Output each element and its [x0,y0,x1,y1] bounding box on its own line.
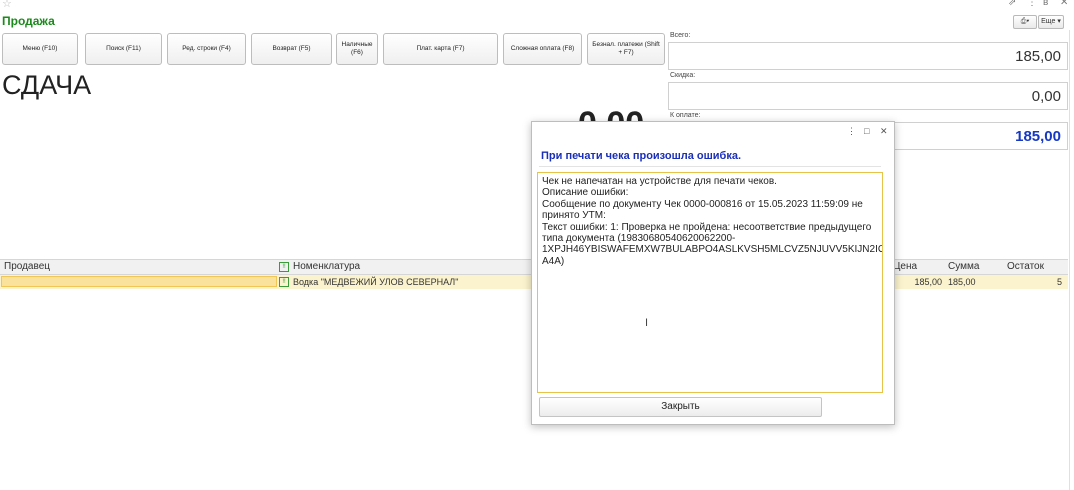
star-icon[interactable]: ☆ [2,0,12,10]
total-value: 185,00 [668,42,1068,70]
column-nomenclature[interactable]: Номенклатура [293,261,360,272]
nomenclature-cell: Водка "МЕДВЕЖИЙ УЛОВ СЕВЕРНАЛ" [293,277,459,287]
dialog-close-icon[interactable]: ✕ [880,126,888,137]
column-price[interactable]: Цена [893,261,917,272]
discount-value: 0,00 [668,82,1068,110]
dialog-maximize-icon[interactable]: □ [864,126,869,136]
menu-button[interactable]: Меню (F10) [2,33,78,65]
dialog-divider [539,166,881,167]
column-type-icon: !! [279,262,289,272]
page-title: Продажа [2,14,55,28]
cashless-payments-button[interactable]: Безнал. платежи (Shift + F7) [587,33,665,65]
pay-label: К оплате: [670,112,701,119]
error-dialog: ⋮ □ ✕ При печати чека произошла ошибка. … [531,121,895,425]
dialog-close-button[interactable]: Закрыть [539,397,822,417]
change-label: СДАЧА [2,70,92,100]
dialog-header: При печати чека произошла ошибка. [541,150,742,162]
return-button[interactable]: Возврат (F5) [251,33,332,65]
more-dropdown-button[interactable]: Еще ▾ [1038,15,1064,29]
item-type-icon: !! [279,277,289,287]
link-icon[interactable]: ⇗ [1008,0,1016,8]
total-label: Всего: [670,32,691,39]
cash-button[interactable]: Наличные (F6) [336,33,378,65]
text-cursor-icon: I [645,317,649,329]
sum-cell: 185,00 [948,277,976,287]
print-dropdown-button[interactable]: ⎙▾ [1013,15,1037,29]
close-icon[interactable]: ✕ [1060,0,1068,8]
card-button[interactable]: Плат. карта (F7) [383,33,498,65]
bookmark-icon[interactable]: в [1043,0,1048,8]
column-seller[interactable]: Продавец [4,261,50,272]
seller-cell[interactable] [1,276,277,287]
stock-cell: 5 [1056,277,1062,287]
right-scrollbar[interactable] [1069,30,1070,490]
complex-payment-button[interactable]: Сложная оплата (F8) [503,33,582,65]
error-message-field[interactable]: Чек не напечатан на устройстве для печат… [537,172,883,393]
price-cell: 185,00 [914,277,942,287]
column-sum[interactable]: Сумма [948,261,979,272]
dialog-more-icon[interactable]: ⋮ [847,126,856,137]
more-icon[interactable]: ⋮ [1027,0,1037,8]
edit-row-button[interactable]: Ред. строки (F4) [167,33,246,65]
column-stock[interactable]: Остаток [1007,261,1044,272]
search-button[interactable]: Поиск (F11) [85,33,162,65]
discount-label: Скидка: [670,72,696,79]
